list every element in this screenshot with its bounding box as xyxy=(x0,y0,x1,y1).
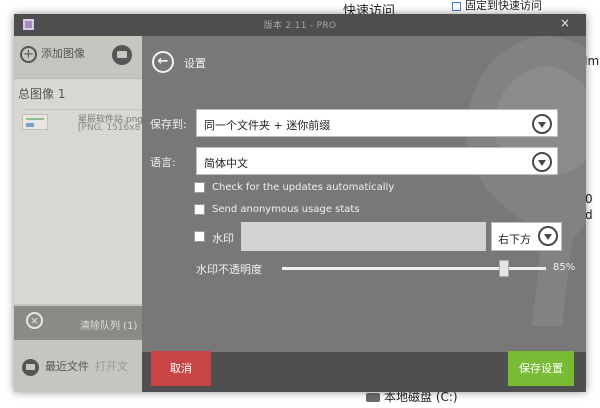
local-disk-label: 本地磁盘 (C:) xyxy=(384,390,458,404)
watermark-position-select[interactable]: 右下方 xyxy=(491,222,562,251)
language-value: 简体中文 xyxy=(204,157,248,170)
drive-icon xyxy=(366,393,380,402)
usage-stats-checkbox[interactable] xyxy=(194,204,205,215)
add-image-label: 添加图像 xyxy=(41,47,85,60)
background-text-fragment: Im xyxy=(584,54,600,68)
save-to-value: 同一个文件夹 + 迷你前缀 xyxy=(204,119,331,132)
total-images-label: 总图像 1 xyxy=(18,87,66,101)
opacity-value: 85% xyxy=(553,262,576,273)
pin-to-quick-access[interactable]: 固定到快速访问 xyxy=(452,0,542,13)
window-title: 版本 2.11 - PRO xyxy=(263,21,337,31)
recent-files-button[interactable]: 最近文件 打开文 xyxy=(22,358,128,376)
watermark-text-input[interactable] xyxy=(241,222,486,251)
queue-item[interactable]: 星辰软件站.png [PNG, 1516x8 xyxy=(22,109,143,139)
plus-icon: + xyxy=(20,45,37,63)
screen: 快速访问 固定到快速访问 Im 0 d 本地磁盘 (C:) 版本 2.11 - … xyxy=(0,0,600,408)
image-queue: 总图像 1 星辰软件站.png [PNG, 1516x8 xyxy=(14,78,143,304)
background-text-fragment: d xyxy=(585,208,593,222)
language-label: 语言: xyxy=(150,156,176,169)
folder-icon xyxy=(22,358,39,376)
close-icon[interactable]: × xyxy=(560,16,570,30)
watermark-checkbox[interactable] xyxy=(194,231,205,242)
app-window: 版本 2.11 - PRO × + 添加图像 总图像 1 星辰软件站.png [P… xyxy=(14,14,586,392)
folder-icon[interactable] xyxy=(112,45,132,65)
check-updates-label[interactable]: Check for the updates automatically xyxy=(212,182,394,193)
opacity-label: 水印不透明度 xyxy=(196,263,262,276)
decorative-background-logo xyxy=(466,36,586,326)
chevron-down-icon xyxy=(538,226,558,246)
left-panel: + 添加图像 总图像 1 星辰软件站.png [PNG, 1516x8 × 清除队… xyxy=(14,36,143,392)
queue-item-meta: [PNG, 1516x8 xyxy=(78,123,141,133)
chevron-down-icon xyxy=(532,152,552,172)
check-updates-checkbox[interactable] xyxy=(194,182,205,193)
chevron-down-icon xyxy=(532,114,552,134)
save-settings-button[interactable]: 保存设置 xyxy=(508,351,574,386)
clear-queue-label: 清除队列 (1) xyxy=(80,321,138,332)
recent-files-label: 最近文件 xyxy=(45,360,89,373)
settings-panel: ← 设置 保存到: 同一个文件夹 + 迷你前缀 语言: 简体中文 Check f… xyxy=(142,36,586,392)
pin-icon xyxy=(452,1,461,11)
save-to-select[interactable]: 同一个文件夹 + 迷你前缀 xyxy=(196,109,558,137)
image-thumbnail xyxy=(22,114,48,130)
pin-label: 固定到快速访问 xyxy=(465,0,542,12)
open-file-label[interactable]: 打开文 xyxy=(95,360,128,373)
save-to-label: 保存到: xyxy=(150,118,187,131)
settings-title: 设置 xyxy=(184,57,206,70)
clear-queue-button[interactable]: × 清除队列 (1) xyxy=(14,306,142,340)
title-bar[interactable]: 版本 2.11 - PRO × xyxy=(14,14,586,36)
close-circle-icon: × xyxy=(26,312,43,329)
add-image-button[interactable]: + 添加图像 xyxy=(20,45,85,63)
usage-stats-label[interactable]: Send anonymous usage stats xyxy=(212,204,360,215)
watermark-label[interactable]: 水印 xyxy=(212,230,234,246)
opacity-slider-handle[interactable] xyxy=(499,260,509,277)
back-arrow-icon[interactable]: ← xyxy=(152,51,174,73)
language-select[interactable]: 简体中文 xyxy=(196,147,558,175)
watermark-position-value: 右下方 xyxy=(498,233,531,246)
background-text-fragment: 0 xyxy=(585,192,593,206)
cancel-button[interactable]: 取消 xyxy=(151,351,211,386)
